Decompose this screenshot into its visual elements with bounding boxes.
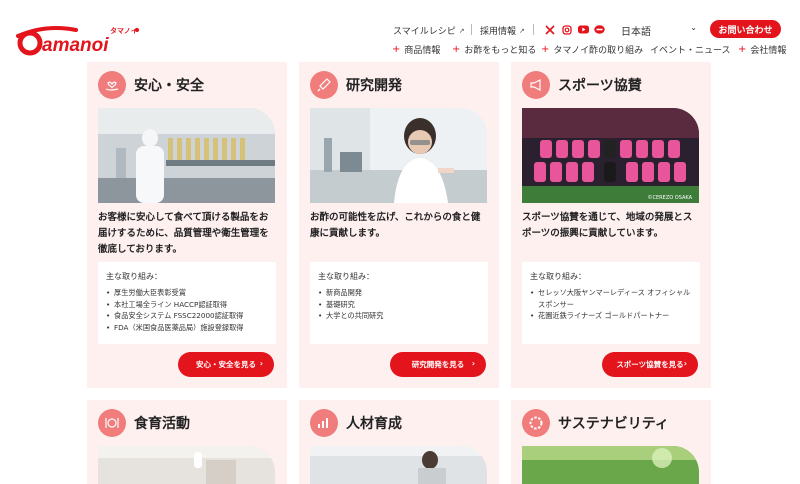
team-photo: ©CEREZO OSAKA — [522, 108, 699, 203]
line-icon[interactable] — [594, 24, 605, 35]
util-link-label: 採用情報 — [480, 27, 517, 37]
plus-icon: + — [738, 44, 747, 55]
card-header: 安心・安全 — [98, 71, 204, 99]
chevron-right-icon: › — [259, 359, 263, 368]
nav-item-vinegar[interactable]: + お酢をもっと知る — [452, 43, 536, 56]
initiatives-list: 新商品開発 基礎研究 大学との共同研究 — [318, 287, 480, 322]
util-link-smile-recipe[interactable]: スマイルレシピ ↗ — [393, 24, 465, 38]
contact-button[interactable]: お問い合わせ — [710, 20, 781, 38]
plus-icon: + — [541, 44, 550, 55]
list-item: セレッソ大阪ヤンマーレディース オフィシャルスポンサー — [530, 287, 692, 310]
language-select[interactable]: 日本語 ⌄ — [621, 23, 697, 38]
list-item: 厚生労働大臣表彰受賞 — [106, 287, 268, 299]
card-sustainability: サステナビリティ — [511, 400, 711, 484]
external-link-icon: ↗ — [458, 26, 465, 35]
card-safety: 安心・安全 お客様に安心して食べて頂ける製品をお届けするために、品質管理や衛生管… — [87, 62, 287, 388]
list-item: 大学との共同研究 — [318, 310, 480, 322]
nav-item-news[interactable]: イベント・ニュース — [650, 43, 731, 56]
card-title: サステナビリティ — [558, 416, 669, 432]
megaphone-icon — [522, 71, 550, 99]
view-sports-button[interactable]: スポーツ協賛を見る › — [602, 352, 698, 377]
site-header: amanoi タマノイ スマイルレシピ ↗ 採用情報 ↗ 日本語 ⌄ お問い合わ… — [0, 0, 800, 60]
util-link-recruit[interactable]: 採用情報 ↗ — [480, 24, 525, 38]
button-label: スポーツ協賛を見る — [616, 360, 684, 369]
nav-label: イベント・ニュース — [650, 46, 731, 56]
button-label: 安心・安全を見る — [196, 360, 256, 369]
card-description: お客様に安心して食べて頂ける製品をお届けするために、品質管理や衛生管理を徹底して… — [98, 212, 269, 255]
photo-caption: ©CEREZO OSAKA — [648, 194, 693, 201]
list-item: 本社工場全ライン HACCP認証取得 — [106, 299, 268, 311]
view-research-button[interactable]: 研究開発を見る › — [390, 352, 486, 377]
nature-photo — [522, 446, 699, 484]
chevron-right-icon: › — [683, 359, 687, 368]
list-item: 新商品開発 — [318, 287, 480, 299]
sdgs-icon — [522, 409, 550, 437]
card-header: スポーツ協賛 — [522, 71, 642, 99]
list-item: 花園近鉄ライナーズ ゴールドパートナー — [530, 310, 692, 322]
list-item: FDA（米国食品医薬品局）施設登録取得 — [106, 322, 268, 334]
nav-item-products[interactable]: + 商品情報 — [392, 43, 440, 56]
panel-title: 主な取り組み： — [106, 272, 162, 281]
plus-icon: + — [392, 44, 401, 55]
card-description: お酢の可能性を広げ、これからの食と健康に貢献します。 — [310, 212, 481, 239]
list-item: 食品安全システム FSSC22000認証取得 — [106, 310, 268, 322]
card-title: 人材育成 — [346, 416, 402, 432]
youtube-icon[interactable] — [578, 24, 589, 35]
panel-title: 主な取り組み： — [318, 272, 374, 281]
view-safety-button[interactable]: 安心・安全を見る › — [178, 352, 274, 377]
card-title: 食育活動 — [134, 416, 190, 432]
nav-item-company[interactable]: + 会社情報 — [738, 43, 786, 56]
heart-hand-icon — [98, 71, 126, 99]
svg-text:amanoi: amanoi — [42, 35, 109, 56]
classroom-photo — [98, 446, 275, 484]
seminar-photo — [310, 446, 487, 484]
initiatives-list: 厚生労働大臣表彰受賞 本社工場全ライン HACCP認証取得 食品安全システム F… — [106, 287, 268, 333]
lab-researcher-photo — [310, 108, 487, 203]
card-header: 食育活動 — [98, 409, 190, 437]
plate-cutlery-icon — [98, 409, 126, 437]
language-label: 日本語 — [621, 27, 651, 38]
nav-label: 会社情報 — [750, 46, 787, 56]
nav-item-initiatives[interactable]: + タマノイ酢の取り組み — [541, 43, 643, 56]
panel-title: 主な取り組み： — [530, 272, 586, 281]
contact-label: お問い合わせ — [718, 25, 773, 36]
initiatives-panel: 主な取り組み： 新商品開発 基礎研究 大学との共同研究 — [310, 262, 488, 344]
card-header: 人材育成 — [310, 409, 402, 437]
pipette-icon — [310, 71, 338, 99]
plus-icon: + — [452, 44, 461, 55]
instagram-icon[interactable] — [561, 24, 572, 35]
card-research: 研究開発 お酢の可能性を広げ、これからの食と健康に貢献します。 主な取り組み： … — [299, 62, 499, 388]
card-title: 研究開発 — [346, 78, 402, 94]
card-sports: スポーツ協賛 ©CEREZO OSAKA スポーツ協賛を通じて、地域の発展とスポ… — [511, 62, 711, 388]
x-icon[interactable] — [544, 24, 555, 35]
card-food-education: 食育活動 — [87, 400, 287, 484]
card-description: スポーツ協賛を通じて、地域の発展とスポーツの振興に貢献しています。 — [522, 212, 693, 239]
card-human-resources: 人材育成 — [299, 400, 499, 484]
nav-label: 商品情報 — [404, 46, 441, 56]
list-item: 基礎研究 — [318, 299, 480, 311]
divider — [471, 24, 472, 35]
card-header: サステナビリティ — [522, 409, 669, 437]
nav-label: タマノイ酢の取り組み — [553, 46, 644, 56]
card-title: スポーツ協賛 — [558, 78, 642, 94]
divider — [533, 24, 534, 35]
card-title: 安心・安全 — [134, 78, 204, 94]
tamanoi-logo[interactable]: amanoi タマノイ — [16, 22, 140, 56]
chevron-right-icon: › — [471, 359, 475, 368]
card-header: 研究開発 — [310, 71, 402, 99]
initiatives-panel: 主な取り組み： 厚生労働大臣表彰受賞 本社工場全ライン HACCP認証取得 食品… — [98, 262, 276, 344]
svg-text:タマノイ: タマノイ — [110, 26, 138, 35]
growth-chart-icon — [310, 409, 338, 437]
chevron-down-icon: ⌄ — [690, 23, 697, 32]
nav-label: お酢をもっと知る — [464, 46, 537, 56]
external-link-icon: ↗ — [519, 26, 525, 35]
button-label: 研究開発を見る — [411, 360, 465, 369]
initiatives-panel: 主な取り組み： セレッソ大阪ヤンマーレディース オフィシャルスポンサー 花園近鉄… — [522, 262, 700, 344]
factory-worker-photo — [98, 108, 275, 203]
initiatives-list: セレッソ大阪ヤンマーレディース オフィシャルスポンサー 花園近鉄ライナーズ ゴー… — [530, 287, 692, 322]
util-link-label: スマイルレシピ — [393, 27, 456, 37]
